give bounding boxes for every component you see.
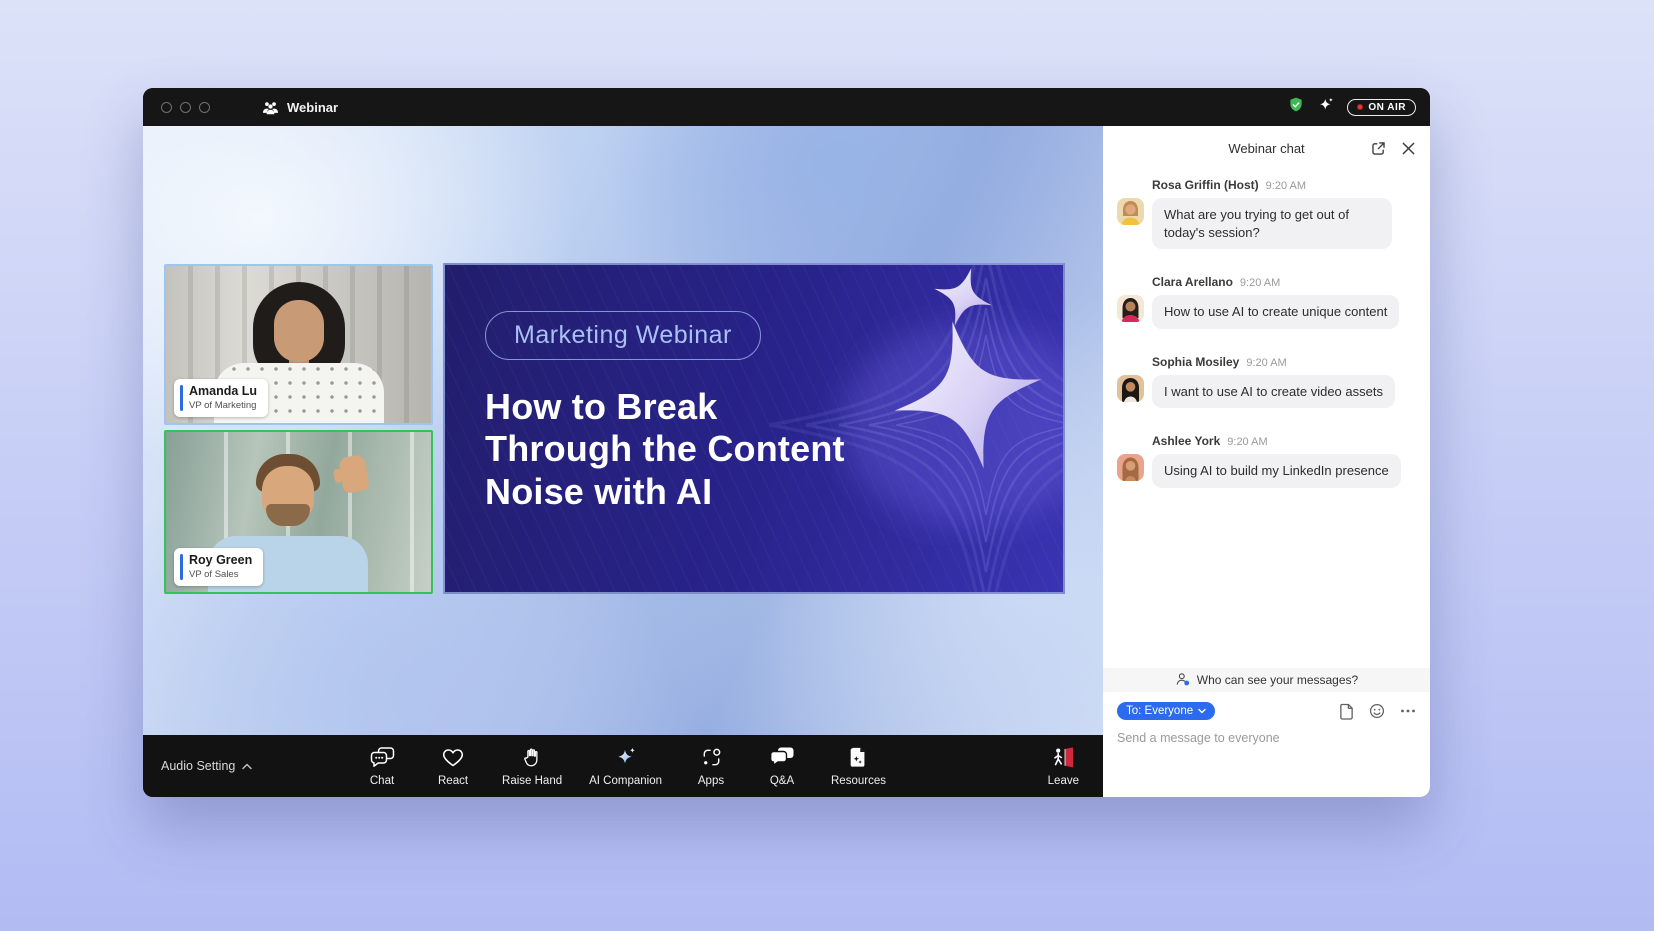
speaker-video-amanda[interactable]: Amanda Lu VP of Marketing	[164, 264, 433, 425]
presentation-slide: Marketing Webinar How to Break Through t…	[443, 263, 1065, 594]
message-time: 9:20 AM	[1266, 180, 1306, 192]
chat-message: Sophia Mosiley 9:20 AM I want to use AI t…	[1117, 355, 1414, 409]
apps-icon	[700, 745, 723, 769]
message-bubble: What are you trying to get out of today'…	[1152, 198, 1392, 249]
slide-headline: How to Break Through the Content Noise w…	[485, 386, 1063, 513]
compose-row: To: Everyone	[1103, 692, 1430, 720]
avatar	[1117, 295, 1144, 322]
window-controls	[161, 102, 210, 113]
app-title: Webinar	[287, 100, 338, 115]
chevron-down-icon	[1198, 705, 1206, 717]
qa-bubbles-icon	[769, 745, 795, 769]
audio-setting-button[interactable]: Audio Setting	[161, 759, 252, 773]
ai-companion-titlebar-icon[interactable]	[1317, 96, 1335, 119]
resources-button[interactable]: Resources	[831, 745, 886, 787]
security-shield-icon[interactable]	[1287, 96, 1305, 119]
leave-button[interactable]: Leave	[1048, 746, 1079, 787]
message-sender: Sophia Mosiley	[1152, 355, 1239, 369]
video-stage: Amanda Lu VP of Marketing Roy Green VP o…	[143, 126, 1103, 735]
message-time: 9:20 AM	[1246, 357, 1286, 369]
chat-message: Ashlee York 9:20 AM Using AI to build my …	[1117, 434, 1414, 488]
ai-companion-button[interactable]: AI Companion	[589, 745, 662, 787]
message-sender: Rosa Griffin (Host)	[1152, 178, 1259, 192]
attach-file-icon[interactable]	[1339, 703, 1354, 720]
window-control-maximize[interactable]	[199, 102, 210, 113]
window-control-minimize[interactable]	[180, 102, 191, 113]
message-input-row	[1103, 720, 1430, 747]
titlebar-right: ON AIR	[1287, 96, 1416, 119]
leave-door-icon	[1050, 746, 1076, 770]
on-air-dot-icon	[1357, 104, 1363, 110]
privacy-notice-link[interactable]: Who can see your messages?	[1103, 668, 1430, 692]
chat-button[interactable]: Chat	[360, 745, 404, 787]
raise-hand-button[interactable]: Raise Hand	[502, 745, 562, 787]
chat-bottom-space	[1103, 747, 1430, 797]
message-sender: Clara Arellano	[1152, 275, 1233, 289]
chevron-up-icon	[242, 759, 252, 773]
webinar-people-icon	[262, 100, 279, 115]
person-privacy-icon	[1175, 671, 1191, 690]
chat-title: Webinar chat	[1228, 141, 1304, 156]
meeting-toolbar: Audio Setting C	[143, 735, 1103, 797]
raised-hand-icon	[521, 745, 543, 769]
message-bubble: I want to use AI to create video assets	[1152, 375, 1395, 409]
name-tag-amanda: Amanda Lu VP of Marketing	[174, 379, 268, 417]
avatar	[1117, 375, 1144, 402]
apps-button[interactable]: Apps	[689, 745, 733, 787]
chat-message: Clara Arellano 9:20 AM How to use AI to c…	[1117, 275, 1414, 329]
document-sparkle-icon	[847, 745, 869, 769]
heart-icon	[441, 745, 465, 769]
slide-badge: Marketing Webinar	[485, 311, 761, 360]
webinar-window: Webinar ON AIR	[143, 88, 1430, 797]
more-options-icon[interactable]	[1400, 708, 1416, 714]
recipient-selector[interactable]: To: Everyone	[1117, 702, 1215, 720]
title-group: Webinar	[262, 100, 338, 115]
chat-bubbles-icon	[369, 745, 396, 769]
speaker-video-roy[interactable]: Roy Green VP of Sales	[164, 430, 433, 594]
qa-button[interactable]: Q&A	[760, 745, 804, 787]
avatar	[1117, 198, 1144, 225]
pop-out-icon[interactable]	[1370, 140, 1387, 157]
avatar	[1117, 454, 1144, 481]
window-control-close[interactable]	[161, 102, 172, 113]
message-time: 9:20 AM	[1227, 436, 1267, 448]
message-sender: Ashlee York	[1152, 434, 1220, 448]
message-bubble: How to use AI to create unique content	[1152, 295, 1399, 329]
on-air-badge: ON AIR	[1347, 99, 1416, 116]
ai-sparkle-icon	[614, 745, 638, 769]
message-input[interactable]	[1117, 731, 1416, 745]
react-button[interactable]: React	[431, 745, 475, 787]
webinar-chat-panel: Webinar chat Rosa Griffin (Host) 9:20 AM	[1103, 126, 1430, 797]
message-time: 9:20 AM	[1240, 277, 1280, 289]
chat-message-list: Rosa Griffin (Host) 9:20 AM What are you …	[1103, 170, 1430, 668]
chat-message: Rosa Griffin (Host) 9:20 AM What are you …	[1117, 178, 1414, 249]
close-icon[interactable]	[1401, 141, 1416, 156]
message-bubble: Using AI to build my LinkedIn presence	[1152, 454, 1401, 488]
emoji-icon[interactable]	[1369, 703, 1385, 719]
toolbar-buttons: Chat React	[360, 745, 886, 787]
name-tag-roy: Roy Green VP of Sales	[174, 548, 263, 586]
titlebar: Webinar ON AIR	[143, 88, 1430, 126]
chat-header: Webinar chat	[1103, 126, 1430, 170]
